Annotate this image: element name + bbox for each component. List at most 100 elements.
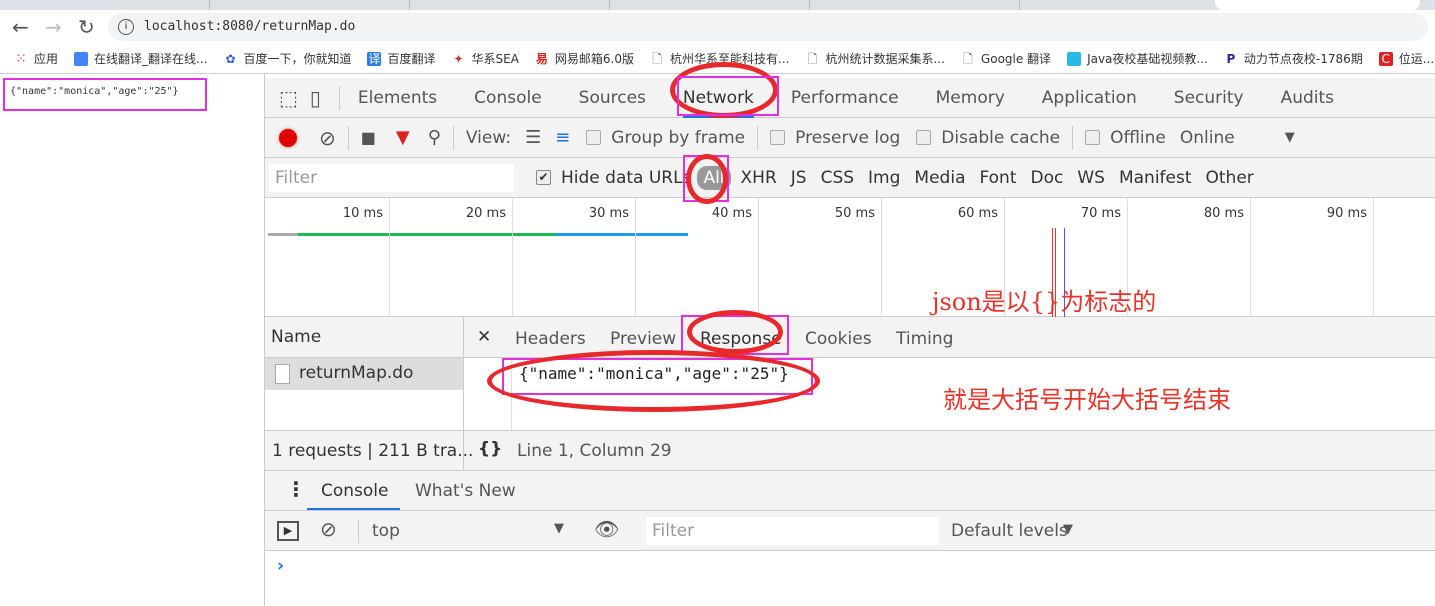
chevron-down-icon[interactable]: ▼ bbox=[1063, 522, 1073, 537]
filter-js[interactable]: JS bbox=[791, 168, 807, 188]
chevron-down-icon[interactable]: ▼ bbox=[1285, 130, 1295, 145]
back-icon[interactable]: ← bbox=[12, 15, 29, 39]
disable-cache-checkbox[interactable] bbox=[916, 130, 932, 145]
filter-icon[interactable]: ▼ bbox=[396, 127, 410, 148]
browser-tab[interactable] bbox=[610, 0, 810, 10]
browser-tab[interactable] bbox=[0, 0, 210, 10]
tab-application[interactable]: Application bbox=[1042, 88, 1137, 108]
cursor-position: Line 1, Column 29 bbox=[517, 441, 672, 461]
timeline-gridline bbox=[635, 198, 636, 317]
large-rows-icon[interactable]: ☰ bbox=[525, 127, 541, 148]
network-overview-timeline[interactable]: 10 ms 20 ms 30 ms 40 ms 50 ms 60 ms 70 ms 80 ms… bbox=[265, 198, 1435, 317]
filter-input[interactable]: Filter bbox=[269, 163, 514, 192]
sidebar-toggle-icon[interactable]: ▶ bbox=[277, 521, 299, 541]
timeline-gridline bbox=[1250, 198, 1251, 317]
annotation-ellipse bbox=[686, 154, 728, 204]
throttle-select[interactable]: Online bbox=[1180, 128, 1235, 148]
netease-mail-icon: 易 bbox=[535, 51, 548, 66]
annotation-ellipse bbox=[487, 350, 820, 412]
bilibili-icon bbox=[1067, 51, 1082, 66]
filter-css[interactable]: CSS bbox=[821, 168, 854, 188]
bookmark[interactable]: C 位运... bbox=[1378, 50, 1434, 67]
search-icon[interactable]: ⚲ bbox=[428, 127, 441, 148]
active-browser-tab[interactable] bbox=[1215, 0, 1420, 10]
tab-memory[interactable]: Memory bbox=[936, 88, 1005, 108]
bookmark[interactable]: ✦ 华系SEA bbox=[452, 50, 518, 67]
bookmark[interactable]: 易网易邮箱6.0版 bbox=[535, 50, 634, 67]
bookmark[interactable]: 在线翻译_翻译在线... bbox=[74, 50, 207, 67]
bookmark[interactable]: 译百度翻译 bbox=[367, 50, 436, 67]
inspect-element-icon[interactable]: ⬚ bbox=[279, 86, 298, 110]
request-row[interactable]: returnMap.do bbox=[265, 358, 463, 390]
tab-cookies[interactable]: Cookies bbox=[805, 329, 872, 349]
bookmark[interactable]: 🗋 杭州统计数据采集系... bbox=[805, 50, 945, 67]
annotation-ellipse bbox=[687, 310, 783, 354]
filter-manifest[interactable]: Manifest bbox=[1119, 168, 1192, 188]
divider bbox=[1072, 125, 1074, 150]
filter-other[interactable]: Other bbox=[1206, 168, 1254, 188]
filter-doc[interactable]: Doc bbox=[1031, 168, 1064, 188]
levels-select[interactable]: Default levels bbox=[951, 521, 1068, 541]
console-filter-input[interactable]: Filter bbox=[646, 517, 939, 545]
camera-icon[interactable]: ■ bbox=[361, 128, 376, 147]
page-icon: 🗋 bbox=[652, 51, 662, 66]
timeline-bar-download bbox=[555, 233, 688, 236]
browser-tab[interactable] bbox=[210, 0, 410, 10]
tab-elements[interactable]: Elements bbox=[358, 88, 437, 108]
offline-checkbox[interactable] bbox=[1085, 130, 1101, 145]
console-toolbar: ▶ ⊘ top ▼ 👁 Filter Default levels ▼ bbox=[265, 511, 1435, 551]
pretty-print-icon[interactable]: {} bbox=[478, 439, 502, 459]
timeline-gridline bbox=[1373, 198, 1374, 317]
forward-icon[interactable]: → bbox=[45, 15, 62, 39]
baidu-translate-icon: 译 bbox=[367, 51, 382, 66]
highlight-box bbox=[3, 78, 207, 111]
more-options-icon[interactable]: ⋮ bbox=[286, 477, 306, 501]
filter-xhr[interactable]: XHR bbox=[741, 168, 777, 188]
timeline-tick-label: 50 ms bbox=[834, 206, 875, 221]
bookmark[interactable]: P 动力节点夜校-1786期 bbox=[1224, 50, 1362, 67]
close-icon[interactable]: ✕ bbox=[477, 327, 491, 347]
tab-timing[interactable]: Timing bbox=[896, 329, 953, 349]
tab-console[interactable]: Console bbox=[474, 88, 542, 108]
tab-performance[interactable]: Performance bbox=[791, 88, 899, 108]
bookmark[interactable]: ✿ 百度一下，你就知道 bbox=[223, 50, 351, 67]
chevron-down-icon[interactable]: ▼ bbox=[554, 521, 564, 536]
divider bbox=[452, 125, 454, 150]
waterfall-icon[interactable]: ≡ bbox=[555, 127, 570, 148]
drawer-tab-whats-new[interactable]: What's New bbox=[415, 481, 516, 501]
tab-preview[interactable]: Preview bbox=[610, 329, 676, 349]
url-text: localhost:8080/returnMap.do bbox=[144, 19, 356, 34]
timeline-tick-label: 70 ms bbox=[1080, 206, 1121, 221]
timeline-tick-label: 90 ms bbox=[1326, 206, 1367, 221]
tab-audits[interactable]: Audits bbox=[1281, 88, 1334, 108]
url-input[interactable]: i localhost:8080/returnMap.do bbox=[108, 13, 1428, 41]
info-icon[interactable]: i bbox=[118, 19, 134, 35]
browser-tab[interactable] bbox=[410, 0, 610, 10]
record-icon[interactable] bbox=[279, 128, 297, 147]
tab-headers[interactable]: Headers bbox=[515, 329, 586, 349]
context-select[interactable]: top bbox=[372, 521, 400, 541]
timeline-bar-queue bbox=[268, 233, 298, 236]
clear-console-icon[interactable]: ⊘ bbox=[320, 517, 337, 541]
devtools-panel: ⬚ ▯ Elements Console Sources Network Per… bbox=[265, 74, 1435, 606]
clear-icon[interactable]: ⊘ bbox=[319, 126, 336, 150]
group-by-frame-checkbox[interactable] bbox=[586, 130, 602, 145]
preserve-log-checkbox[interactable] bbox=[770, 130, 786, 145]
bookmark-apps[interactable]: ⁙ 应用 bbox=[14, 50, 58, 67]
name-column-header[interactable]: Name bbox=[271, 327, 321, 347]
bookmark[interactable]: 🗋 Google 翻译 bbox=[961, 50, 1051, 67]
console-prompt[interactable]: › bbox=[277, 556, 284, 576]
filter-ws[interactable]: WS bbox=[1077, 168, 1105, 188]
bookmark[interactable]: Java夜校基础视频教... bbox=[1067, 50, 1208, 67]
filter-img[interactable]: Img bbox=[868, 168, 900, 188]
drawer-tab-console[interactable]: Console bbox=[307, 471, 400, 510]
tab-sources[interactable]: Sources bbox=[579, 88, 646, 108]
browser-tab[interactable] bbox=[810, 0, 1020, 10]
filter-media[interactable]: Media bbox=[914, 168, 965, 188]
device-toolbar-icon[interactable]: ▯ bbox=[310, 86, 321, 110]
reload-icon[interactable]: ↻ bbox=[78, 15, 95, 39]
eye-icon[interactable]: 👁 bbox=[594, 517, 619, 541]
hide-data-urls-checkbox[interactable]: ✔ bbox=[536, 170, 551, 185]
filter-font[interactable]: Font bbox=[979, 168, 1016, 188]
tab-security[interactable]: Security bbox=[1174, 88, 1244, 108]
